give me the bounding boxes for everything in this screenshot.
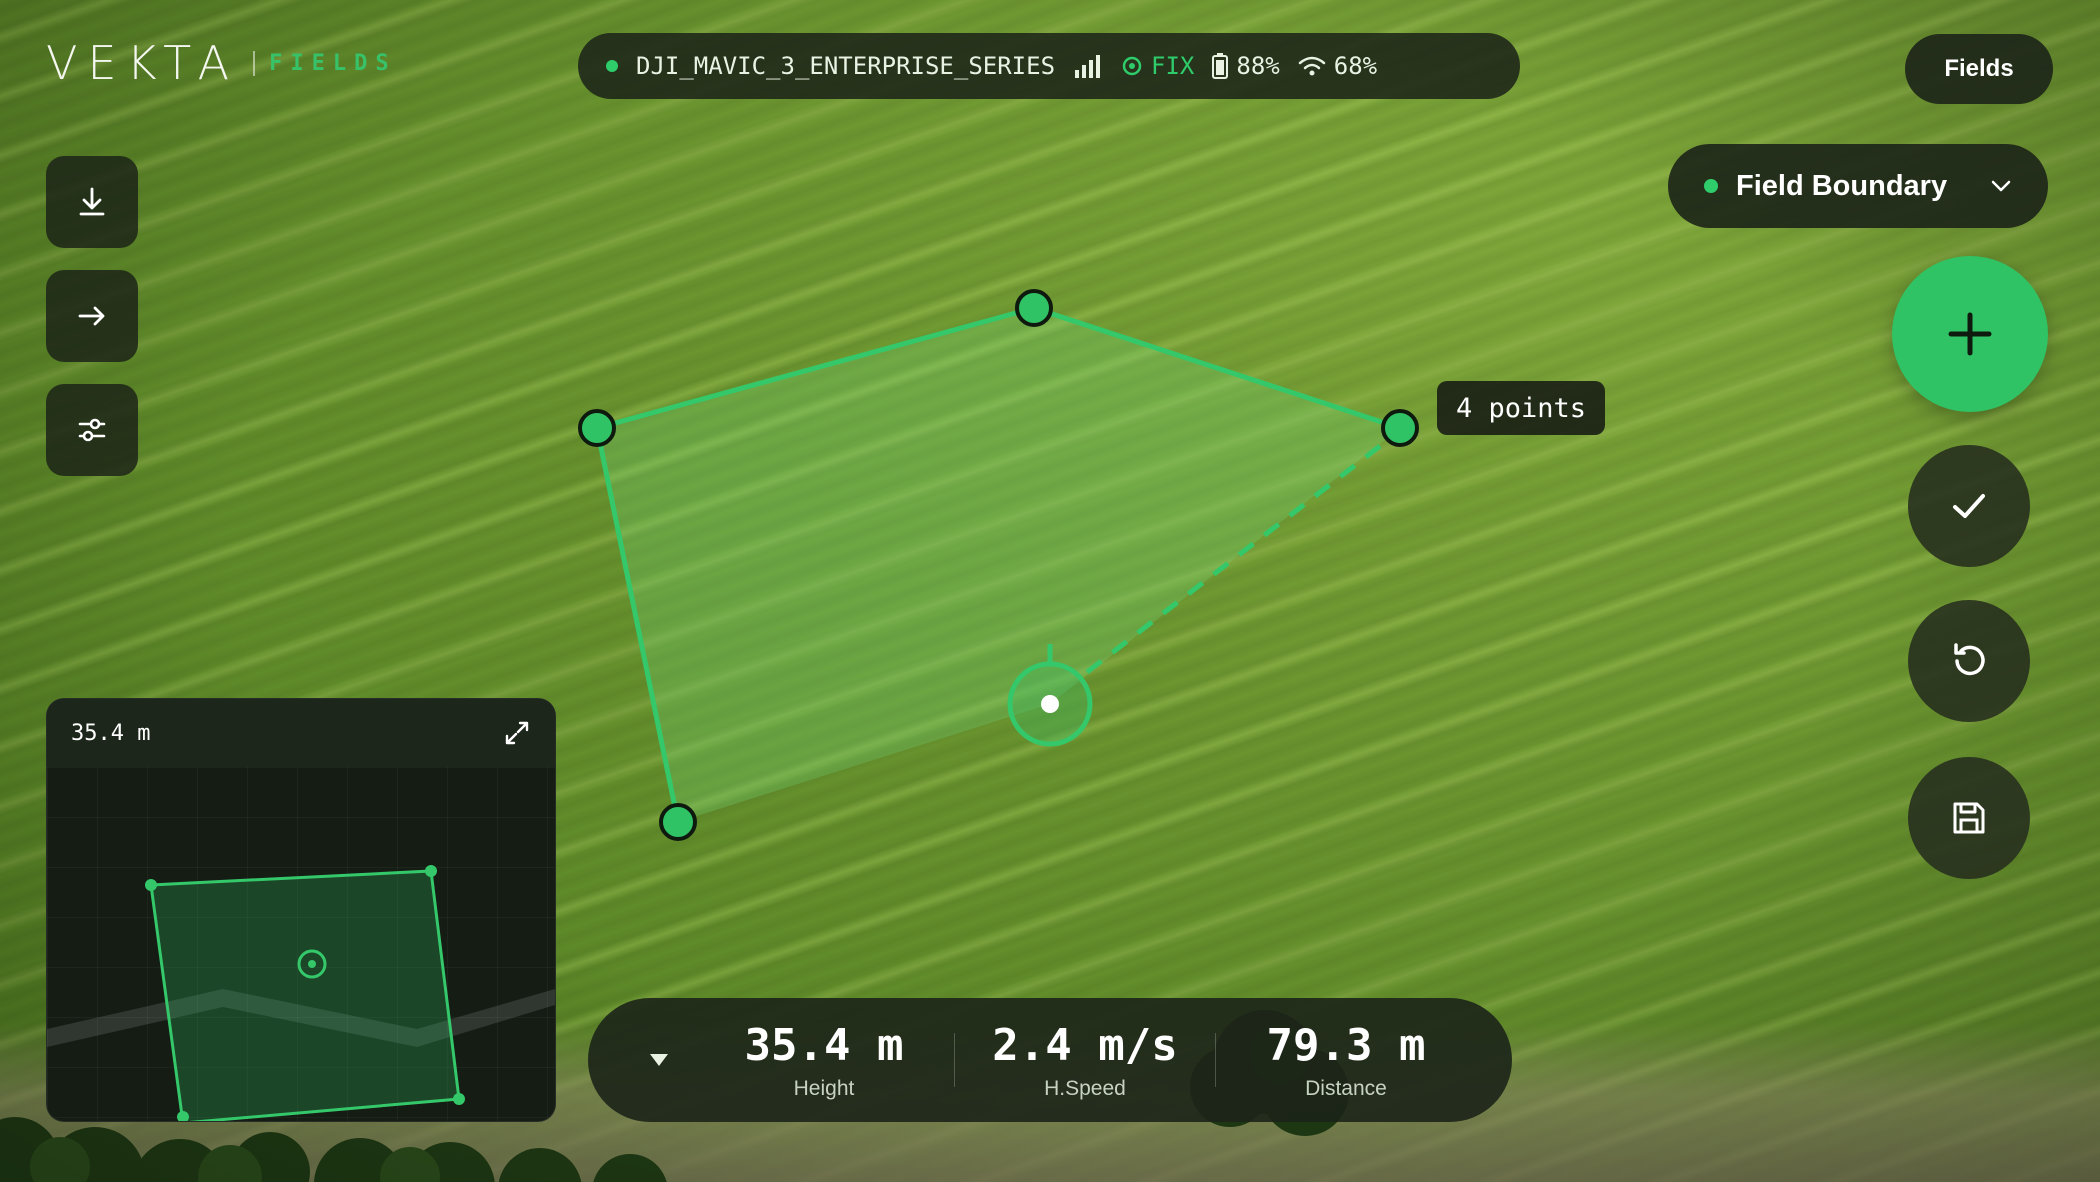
drone-status-bar: DJI_MAVIC_3_ENTERPRISE_SERIES FIX 88% 68… bbox=[578, 33, 1520, 99]
distance-label: Distance bbox=[1305, 1076, 1387, 1100]
download-button[interactable] bbox=[46, 156, 138, 248]
telemetry-height: 35.4 m Height bbox=[694, 1020, 954, 1101]
vertex-4 bbox=[659, 803, 697, 841]
mini-map-drawing bbox=[47, 865, 555, 1121]
caret-down-icon bbox=[650, 1054, 668, 1066]
mini-map[interactable]: 35.4 m bbox=[46, 698, 556, 1122]
layer-dropdown[interactable]: Field Boundary bbox=[1668, 144, 2048, 228]
undo-button[interactable] bbox=[1908, 600, 2030, 722]
gps-target-icon bbox=[1122, 56, 1142, 76]
navigate-button[interactable] bbox=[46, 270, 138, 362]
distance-value: 79.3 m bbox=[1266, 1019, 1426, 1071]
height-value: 35.4 m bbox=[744, 1019, 904, 1071]
device-name: DJI_MAVIC_3_ENTERPRISE_SERIES bbox=[636, 52, 1056, 80]
fields-button[interactable]: Fields bbox=[1905, 34, 2053, 104]
layer-dot-icon bbox=[1704, 179, 1718, 193]
telemetry-speed: 2.4 m/s H.Speed bbox=[955, 1020, 1215, 1101]
brand-logo: VEKTA FIELDS bbox=[46, 36, 397, 90]
height-label: Height bbox=[793, 1076, 855, 1100]
gps-status: FIX bbox=[1121, 52, 1194, 80]
telemetry-collapse-button[interactable] bbox=[624, 1052, 694, 1068]
layer-label: Field Boundary bbox=[1736, 169, 1948, 202]
battery-level: 88% bbox=[1236, 52, 1280, 80]
vertex-2 bbox=[1015, 289, 1053, 327]
battery-icon bbox=[1212, 53, 1229, 79]
brand-name: VEKTA bbox=[46, 36, 240, 90]
mini-map-field bbox=[149, 869, 461, 1121]
telemetry-distance: 79.3 m Distance bbox=[1216, 1020, 1476, 1101]
wifi-level: 68% bbox=[1333, 52, 1378, 80]
arrow-right-icon bbox=[78, 306, 105, 326]
undo-icon bbox=[1954, 643, 1985, 676]
mini-map-altitude: 35.4 m bbox=[71, 720, 151, 746]
mini-map-header: 35.4 m bbox=[47, 699, 555, 767]
expand-icon[interactable] bbox=[503, 719, 531, 747]
add-point-button[interactable] bbox=[1892, 256, 2048, 412]
chevron-down-icon bbox=[1991, 180, 2011, 192]
plus-icon bbox=[1948, 312, 1992, 356]
brand-product: FIELDS bbox=[253, 50, 396, 76]
mini-map-canvas bbox=[47, 767, 555, 1121]
wifi-icon bbox=[1298, 56, 1325, 76]
battery-status: 88% bbox=[1212, 52, 1280, 80]
download-icon bbox=[79, 187, 105, 216]
points-count-label: 4 points bbox=[1455, 392, 1587, 424]
telemetry-bar: 35.4 m Height 2.4 m/s H.Speed 79.3 m Dis… bbox=[588, 998, 1512, 1122]
vertex-3 bbox=[1381, 409, 1419, 447]
speed-value: 2.4 m/s bbox=[992, 1019, 1178, 1071]
vertex-1 bbox=[578, 409, 616, 447]
speed-label: H.Speed bbox=[1044, 1076, 1126, 1100]
points-count-tag: 4 points bbox=[1437, 381, 1605, 435]
sliders-icon bbox=[78, 418, 106, 442]
wifi-status: 68% bbox=[1298, 52, 1377, 80]
settings-button[interactable] bbox=[46, 384, 138, 476]
save-button[interactable] bbox=[1908, 757, 2030, 879]
boundary-fill bbox=[597, 308, 1400, 822]
connection-dot-icon bbox=[606, 60, 618, 72]
signal-bars-icon bbox=[1075, 55, 1101, 78]
gps-status-label: FIX bbox=[1151, 52, 1195, 80]
save-icon bbox=[1953, 802, 1985, 834]
confirm-button[interactable] bbox=[1908, 445, 2030, 567]
check-icon bbox=[1953, 494, 1985, 518]
